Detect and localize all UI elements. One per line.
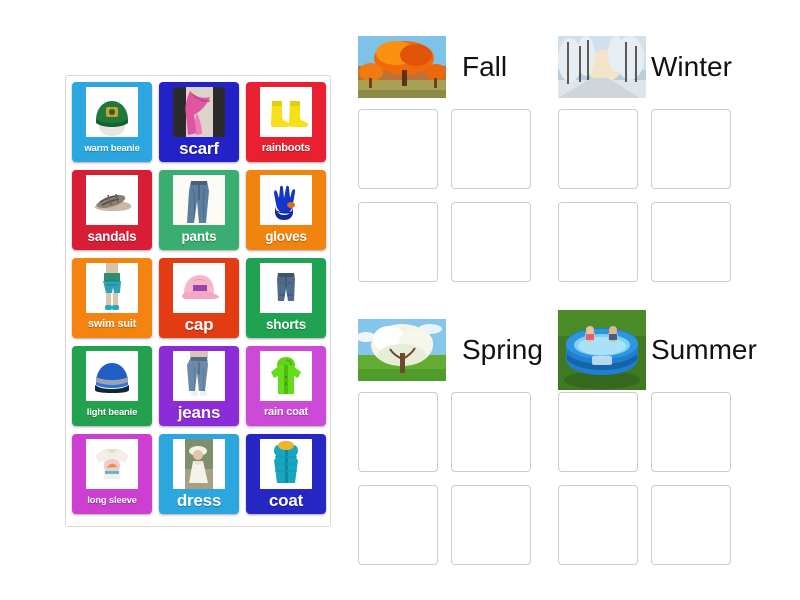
season-header: Summer	[558, 310, 757, 390]
word-card-label: rainboots	[261, 142, 311, 154]
word-card[interactable]: scarf	[159, 82, 239, 162]
word-card-tray: warm beanie scarf rainboots sandals pants glo…	[65, 75, 331, 527]
word-card[interactable]: rain coat	[246, 346, 326, 426]
word-card[interactable]: long sleeve	[72, 434, 152, 514]
striped-beanie-icon	[86, 351, 138, 401]
drop-slot[interactable]	[358, 109, 438, 189]
long-sleeve-shirt-icon	[86, 439, 138, 489]
drop-zone-grid	[558, 392, 757, 565]
word-card[interactable]: cap	[159, 258, 239, 338]
pink-scarf-icon	[173, 87, 225, 137]
drop-slot[interactable]	[651, 202, 731, 282]
word-card[interactable]: gloves	[246, 170, 326, 250]
word-card-label: warm beanie	[84, 142, 140, 154]
drop-slot[interactable]	[651, 109, 731, 189]
word-card[interactable]: rainboots	[246, 82, 326, 162]
word-card-label: jeans	[177, 403, 221, 422]
drop-slot[interactable]	[451, 485, 531, 565]
word-card-label: long sleeve	[87, 494, 137, 506]
drop-slot[interactable]	[451, 109, 531, 189]
word-card-label: shorts	[265, 316, 307, 332]
word-card-label: coat	[268, 491, 304, 510]
swim-trunks-kid-icon	[86, 263, 138, 313]
drop-slot[interactable]	[358, 485, 438, 565]
blue-jeans-pants-icon	[173, 175, 225, 225]
drop-slot[interactable]	[558, 392, 638, 472]
drop-zone-grid	[358, 109, 531, 282]
snowy-forest-road-image	[558, 36, 646, 98]
season-label-fall: Fall	[462, 51, 508, 82]
word-card-label: rain coat	[263, 406, 309, 418]
blossoming-white-tree-image	[358, 319, 446, 381]
drop-slot[interactable]	[451, 392, 531, 472]
blue-gloves-icon	[260, 175, 312, 225]
word-card-label: gloves	[265, 228, 307, 244]
drop-slot[interactable]	[651, 392, 731, 472]
drop-slot[interactable]	[358, 202, 438, 282]
drop-slot[interactable]	[358, 392, 438, 472]
season-header: Fall	[358, 33, 531, 101]
drop-zone-grid	[358, 392, 543, 565]
word-card[interactable]: shorts	[246, 258, 326, 338]
denim-shorts-icon	[260, 263, 312, 313]
word-card[interactable]: light beanie	[72, 346, 152, 426]
season-group-spring: Spring	[358, 316, 543, 565]
drop-slot[interactable]	[558, 202, 638, 282]
word-card-label: light beanie	[86, 406, 138, 418]
season-group-fall: Fall	[358, 33, 531, 282]
drop-slot[interactable]	[558, 485, 638, 565]
word-card[interactable]: jeans	[159, 346, 239, 426]
pink-baseball-cap-icon	[173, 263, 225, 313]
word-card-label: pants	[181, 228, 217, 244]
word-card[interactable]: dress	[159, 434, 239, 514]
season-label-spring: Spring	[462, 334, 543, 365]
drop-slot[interactable]	[558, 109, 638, 189]
word-card-label: swim suit	[87, 318, 137, 330]
drop-slot[interactable]	[451, 202, 531, 282]
season-label-summer: Summer	[651, 334, 757, 365]
jeans-on-person-icon	[173, 351, 225, 401]
autumn-orange-tree-image	[358, 36, 446, 98]
drop-slot[interactable]	[651, 485, 731, 565]
word-card[interactable]: warm beanie	[72, 82, 152, 162]
season-group-winter: Winter	[558, 33, 732, 282]
green-rain-coat-icon	[260, 351, 312, 401]
yellow-rainboots-icon	[260, 87, 312, 137]
word-card[interactable]: pants	[159, 170, 239, 250]
green-beanie-hat-icon	[86, 87, 138, 137]
season-header: Spring	[358, 316, 543, 384]
season-label-winter: Winter	[651, 51, 732, 82]
word-card[interactable]: swim suit	[72, 258, 152, 338]
word-card-label: dress	[176, 491, 222, 510]
season-header: Winter	[558, 33, 732, 101]
girl-in-dress-icon	[173, 439, 225, 489]
word-card-label: cap	[184, 315, 214, 334]
kids-in-paddling-pool-image	[558, 310, 646, 390]
word-card[interactable]: sandals	[72, 170, 152, 250]
word-card-label: scarf	[179, 139, 219, 158]
sandal-shoe-icon	[86, 175, 138, 225]
season-drop-board: Fall Winter Spring Summer	[358, 33, 758, 578]
word-card-grid: warm beanie scarf rainboots sandals pants glo…	[72, 82, 326, 518]
season-group-summer: Summer	[558, 310, 757, 565]
word-card[interactable]: coat	[246, 434, 326, 514]
teal-puffer-coat-icon	[260, 439, 312, 489]
drop-zone-grid	[558, 109, 732, 282]
word-card-label: sandals	[87, 228, 137, 244]
